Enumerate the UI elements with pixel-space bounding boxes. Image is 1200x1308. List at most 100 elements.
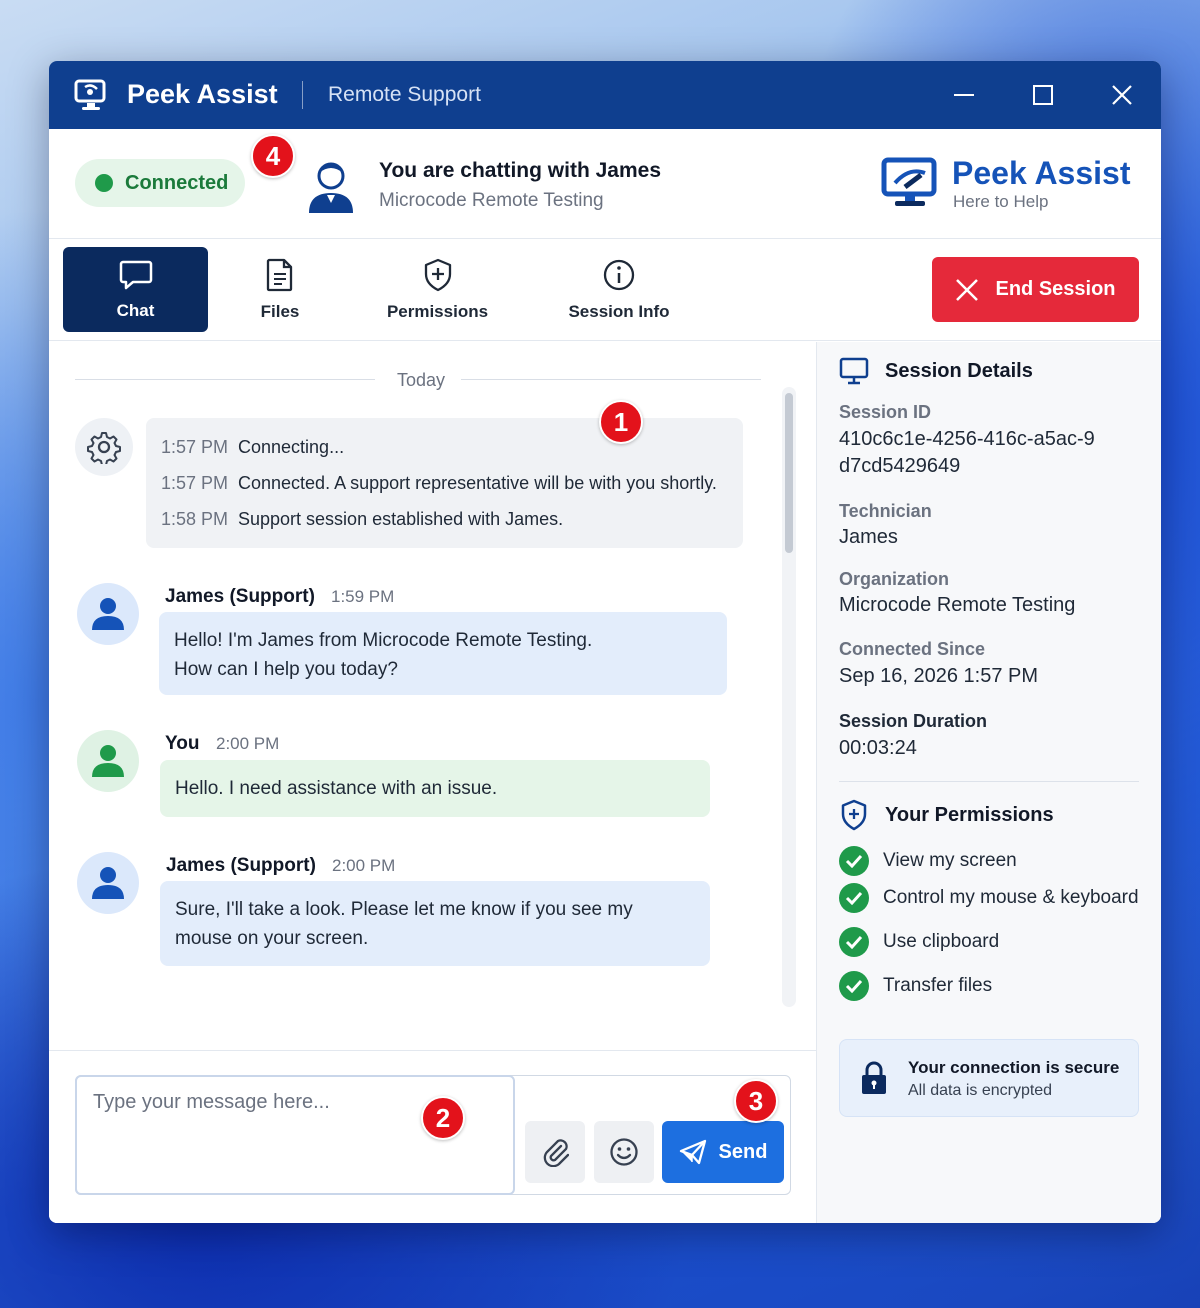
session-id-label: Session ID xyxy=(839,402,932,422)
message-bubble: Hello. I need assistance with an issue. xyxy=(160,760,710,817)
permission-item: Control my mouse & keyboard xyxy=(839,883,1139,913)
callout-marker: 4 xyxy=(251,134,295,178)
chat-scrollbar[interactable] xyxy=(782,387,796,1007)
support-avatar xyxy=(77,583,139,645)
session-side-panel: Session Details Session ID 410c6c1e-4256… xyxy=(816,342,1161,1223)
support-avatar xyxy=(77,852,139,914)
title-bar: Peek Assist Remote Support xyxy=(49,61,1161,129)
day-divider-label: Today xyxy=(397,370,446,390)
message-text-line: mouse on your screen. xyxy=(175,928,369,949)
maximize-button[interactable] xyxy=(1023,75,1063,115)
user-icon xyxy=(92,745,124,777)
chat-partner-organization: Microcode Remote Testing xyxy=(379,190,604,211)
connected-since-value: Sep 16, 2026 1:57 PM xyxy=(839,665,1039,687)
tab-chat[interactable]: Chat xyxy=(63,247,208,332)
smiley-icon xyxy=(610,1138,638,1166)
send-label: Send xyxy=(718,1140,768,1163)
permission-label: View my screen xyxy=(883,850,1017,871)
close-icon xyxy=(1112,85,1132,105)
close-icon xyxy=(956,278,979,301)
monitor-icon xyxy=(839,357,869,385)
permission-label: Use clipboard xyxy=(883,931,1000,952)
user-avatar xyxy=(77,730,139,792)
system-messages-box: 1:57 PM Connecting... 1:57 PM Connected. A… xyxy=(146,418,743,548)
callout-marker: 2 xyxy=(421,1096,465,1140)
system-message-time: 1:57 PM xyxy=(161,473,229,493)
permission-label: Control my mouse & keyboard xyxy=(883,887,1139,908)
divider-line xyxy=(75,379,375,380)
secure-title: Your connection is secure xyxy=(908,1058,1120,1077)
session-details-title: Session Details xyxy=(885,359,1033,382)
message-text-line: Hello. I need assistance with an issue. xyxy=(175,778,498,799)
divider-line xyxy=(461,379,761,380)
chat-pane: Today 1:57 PM Connecting... 1:57 PM Connec… xyxy=(49,342,816,1050)
file-icon xyxy=(266,258,293,291)
user-icon xyxy=(92,598,124,630)
message-text-line: Sure, I'll take a look. Please let me kn… xyxy=(175,899,633,920)
check-circle-icon xyxy=(839,846,869,876)
app-logo-icon xyxy=(74,79,106,110)
secure-connection-notice: Your connection is secure All data is en… xyxy=(839,1039,1139,1117)
paperclip-icon xyxy=(543,1139,569,1167)
system-message-time: 1:58 PM xyxy=(161,509,229,529)
permission-item: Transfer files xyxy=(839,971,992,1001)
system-message: 1:57 PM Connected. A support representati… xyxy=(161,473,717,494)
system-message-text: Connected. A support representative will… xyxy=(238,473,717,493)
tab-session-info-label: Session Info xyxy=(568,301,670,321)
message-bubble: Sure, I'll take a look. Please let me kn… xyxy=(160,881,710,966)
session-id-value: 410c6c1e-4256-416c-a5ac-9d7cd5429649 xyxy=(839,428,1095,477)
info-icon xyxy=(603,259,635,290)
chat-partner-title: You are chatting with James xyxy=(379,159,662,182)
message-sender: James (Support) xyxy=(166,855,316,876)
secure-subtitle: All data is encrypted xyxy=(908,1082,1053,1099)
end-session-label: End Session xyxy=(995,278,1116,300)
close-window-button[interactable] xyxy=(1102,75,1142,115)
technician-label: Technician xyxy=(839,501,932,521)
check-circle-icon xyxy=(839,927,869,957)
scrollbar-thumb[interactable] xyxy=(785,393,793,553)
tab-files[interactable]: Files xyxy=(209,247,351,332)
connection-status-text: Connected xyxy=(125,171,229,194)
tab-permissions-label: Permissions xyxy=(386,301,489,321)
check-circle-icon xyxy=(839,971,869,1001)
technician-value: James xyxy=(839,526,898,548)
app-title: Peek Assist xyxy=(127,79,278,109)
title-divider xyxy=(302,81,303,109)
permission-item: Use clipboard xyxy=(839,927,999,957)
session-duration-label: Session Duration xyxy=(839,711,988,731)
tab-chat-label: Chat xyxy=(116,300,155,320)
permission-label: Transfer files xyxy=(883,975,993,996)
send-button[interactable]: Send xyxy=(662,1121,784,1183)
end-session-button[interactable]: End Session xyxy=(932,257,1139,322)
minimize-icon xyxy=(954,94,974,96)
system-message-text: Support session established with James. xyxy=(238,509,564,529)
tab-files-label: Files xyxy=(260,301,300,321)
system-message: 1:58 PM Support session established with … xyxy=(161,509,563,530)
permissions-heading: Your Permissions xyxy=(839,799,1054,831)
message-time: 2:00 PM xyxy=(332,856,396,875)
chat-bubble-icon xyxy=(119,260,152,289)
lock-icon xyxy=(862,1061,886,1094)
side-divider xyxy=(839,781,1139,782)
emoji-button[interactable] xyxy=(594,1121,654,1183)
tab-permissions[interactable]: Permissions xyxy=(364,247,511,332)
message-time: 1:59 PM xyxy=(331,587,395,606)
permissions-title: Your Permissions xyxy=(885,803,1054,826)
system-message-time: 1:57 PM xyxy=(161,437,229,457)
organization-label: Organization xyxy=(839,569,950,589)
connection-status-badge: Connected xyxy=(75,159,245,207)
attach-file-button[interactable] xyxy=(525,1121,585,1183)
technician-avatar-icon xyxy=(309,162,353,213)
tab-toolbar: Chat Files Permissions Session Info End … xyxy=(49,240,1161,341)
day-divider: Today xyxy=(75,370,761,390)
app-window: Peek Assist Remote Support Connected You… xyxy=(49,61,1161,1223)
permission-item: View my screen xyxy=(839,846,1017,876)
message-sender: James (Support) xyxy=(165,586,315,607)
connected-since-label: Connected Since xyxy=(839,639,986,659)
organization-value: Microcode Remote Testing xyxy=(839,594,1076,616)
tab-session-info[interactable]: Session Info xyxy=(549,247,689,332)
brand-tagline: Here to Help xyxy=(953,192,1049,211)
brand-monitor-logo-icon xyxy=(881,157,937,206)
minimize-button[interactable] xyxy=(944,75,984,115)
window-subtitle: Remote Support xyxy=(328,83,481,106)
